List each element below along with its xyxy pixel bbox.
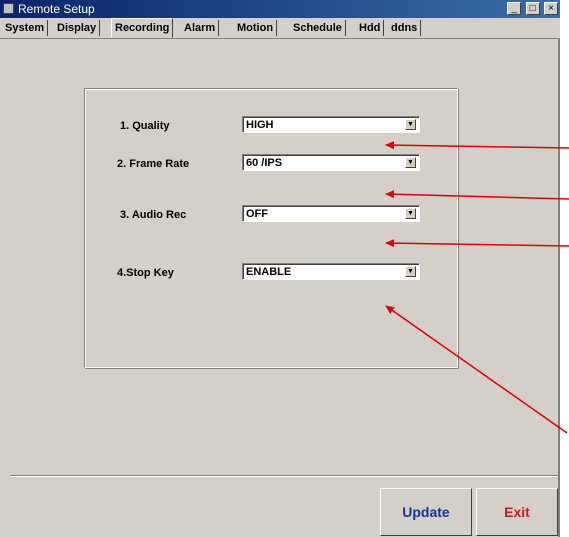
annotation-arrows: [385, 141, 569, 434]
annotation-arrow-quality: [385, 141, 569, 150]
annotation-arrow-stop-key: [385, 305, 568, 434]
annotation-arrow-audio-rec: [385, 239, 569, 248]
annotation-arrow-frame-rate: [385, 190, 569, 200]
